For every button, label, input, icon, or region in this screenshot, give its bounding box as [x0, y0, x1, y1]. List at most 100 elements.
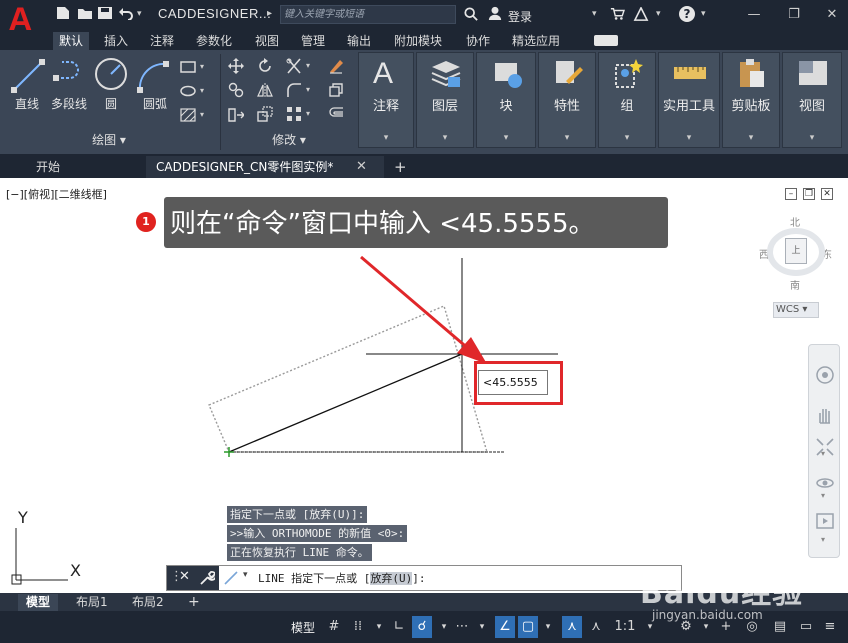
customize-menu-icon[interactable]: ≡	[820, 616, 840, 638]
snap-icon[interactable]: ⁞⁞	[348, 616, 368, 638]
ortho-icon[interactable]: ∟	[389, 616, 409, 638]
viewport-minimize-icon[interactable]: –	[785, 188, 797, 200]
snap-dropdown-icon[interactable]: ▾	[369, 616, 389, 638]
zoom-dropdown-icon[interactable]: ▾	[821, 449, 825, 458]
array-dropdown-icon[interactable]: ▾	[306, 109, 310, 118]
tab-output[interactable]: 输出	[341, 32, 377, 50]
tab-layout1[interactable]: 布局1	[68, 594, 116, 611]
view-button[interactable]: 视图 ▾	[782, 52, 842, 148]
help-dropdown-icon[interactable]: ▾	[701, 9, 706, 19]
tab-addins[interactable]: 附加模块	[388, 32, 448, 50]
array-tool-icon[interactable]	[286, 106, 302, 122]
minimize-button[interactable]: —	[740, 0, 768, 30]
new-file-icon[interactable]	[55, 6, 71, 20]
block-button[interactable]: 块 ▾	[476, 52, 536, 148]
erase-tool-icon[interactable]	[328, 58, 344, 74]
a360-dropdown-icon[interactable]: ▾	[656, 9, 661, 19]
title-arrow-icon[interactable]: ▸	[267, 8, 272, 19]
save-icon[interactable]	[97, 6, 113, 20]
pan-hand-icon[interactable]	[815, 405, 835, 425]
line-tool-label[interactable]: 直线	[6, 95, 48, 112]
offset-tool-icon[interactable]	[328, 106, 344, 122]
rotate-tool-icon[interactable]	[257, 58, 273, 74]
quick-access-dropdown-icon[interactable]: ▾	[137, 9, 142, 19]
grid-icon[interactable]: #	[324, 616, 344, 638]
annotation-visibility-icon[interactable]: ⋏	[562, 616, 582, 638]
clipboard-button[interactable]: 剪贴板 ▾	[722, 52, 780, 148]
undo-option-link[interactable]: 放弃(U)	[370, 572, 413, 585]
line-tool-icon[interactable]	[10, 58, 46, 94]
trim-tool-icon[interactable]	[286, 58, 304, 74]
tab-view[interactable]: 视图	[249, 32, 285, 50]
viewport-close-icon[interactable]: ✕	[821, 188, 833, 200]
tab-annotate[interactable]: 注释	[144, 32, 180, 50]
polyline-tool-label[interactable]: 多段线	[46, 95, 92, 112]
tab-insert[interactable]: 插入	[98, 32, 134, 50]
command-close-icon[interactable]: ✕	[179, 569, 190, 584]
circle-tool-label[interactable]: 圆	[96, 95, 126, 112]
search-box[interactable]	[280, 5, 456, 24]
trim-dropdown-icon[interactable]: ▾	[306, 61, 310, 70]
copy-tool-icon[interactable]	[228, 82, 244, 98]
polyline-tool-icon[interactable]	[52, 58, 88, 94]
utilities-button[interactable]: 实用工具 ▾	[658, 52, 720, 148]
explode-tool-icon[interactable]	[328, 82, 344, 98]
navbar-menu-icon[interactable]: ▾	[821, 535, 825, 544]
annotation-button[interactable]: A 注释 ▾	[358, 52, 414, 148]
move-tool-icon[interactable]	[228, 58, 244, 74]
undo-icon[interactable]	[118, 6, 134, 20]
tab-model[interactable]: 模型	[18, 594, 59, 611]
fillet-dropdown-icon[interactable]: ▾	[306, 85, 310, 94]
modify-panel-title[interactable]: 修改 ▾	[222, 131, 356, 148]
properties-button[interactable]: 特性 ▾	[538, 52, 596, 148]
isometric-dropdown-icon[interactable]: ▾	[472, 616, 492, 638]
ellipse-dropdown-icon[interactable]: ▾	[200, 86, 204, 95]
hatch-dropdown-icon[interactable]: ▾	[200, 110, 204, 119]
open-folder-icon[interactable]	[77, 6, 93, 20]
arc-tool-label[interactable]: 圆弧	[135, 95, 175, 112]
object-snap-tracking-icon[interactable]: ∠	[495, 616, 515, 638]
recent-commands-dropdown-icon[interactable]: ▾	[243, 570, 248, 580]
new-tab-button[interactable]: +	[384, 156, 417, 178]
arc-tool-icon[interactable]	[136, 58, 172, 94]
fillet-tool-icon[interactable]	[286, 82, 302, 98]
tab-collaborate[interactable]: 协作	[460, 32, 496, 50]
scale-tool-icon[interactable]	[257, 106, 273, 122]
orbit-dropdown-icon[interactable]: ▾	[821, 491, 825, 500]
login-dropdown-icon[interactable]: ▾	[592, 9, 597, 19]
isometric-icon[interactable]: ⋯	[452, 616, 472, 638]
polar-dropdown-icon[interactable]: ▾	[434, 616, 454, 638]
tab-layout2[interactable]: 布局2	[124, 594, 172, 611]
model-space-toggle[interactable]: 模型	[291, 619, 315, 636]
annotation-scale[interactable]: 1:1	[612, 616, 638, 638]
cart-icon[interactable]	[609, 7, 625, 21]
restore-button[interactable]: ❐	[780, 0, 808, 30]
tab-current-drawing[interactable]: CADDESIGNER_CN零件图实例*	[146, 156, 384, 178]
orbit-icon[interactable]	[815, 473, 835, 493]
steering-wheel-icon[interactable]	[815, 365, 835, 385]
stretch-tool-icon[interactable]	[228, 106, 244, 122]
user-icon[interactable]	[487, 6, 503, 20]
osnap-dropdown-icon[interactable]: ▾	[538, 616, 558, 638]
ellipse-tool-icon[interactable]	[180, 84, 196, 98]
search-input[interactable]	[281, 6, 455, 23]
polar-tracking-icon[interactable]: ☌	[412, 616, 432, 638]
auto-scale-icon[interactable]: ⋏	[586, 616, 606, 638]
rectangle-tool-icon[interactable]	[180, 60, 196, 74]
close-window-button[interactable]: ✕	[818, 0, 846, 30]
ribbon-minimize-icon[interactable]	[594, 35, 618, 46]
viewport-restore-icon[interactable]: ❐	[803, 188, 815, 200]
tab-featured-apps[interactable]: 精选应用	[506, 32, 566, 50]
view-cube-face[interactable]: 上	[785, 238, 807, 264]
show-motion-icon[interactable]	[815, 511, 835, 531]
circle-tool-icon[interactable]	[93, 56, 129, 92]
wcs-dropdown[interactable]: WCS ▾	[773, 302, 819, 318]
add-layout-button[interactable]: +	[180, 594, 208, 611]
clean-screen-icon[interactable]: ▭	[796, 616, 816, 638]
tab-default[interactable]: 默认	[53, 32, 90, 50]
tab-parametric[interactable]: 参数化	[190, 32, 238, 50]
object-snap-icon[interactable]: ▢	[518, 616, 538, 638]
tab-manage[interactable]: 管理	[295, 32, 331, 50]
rect-dropdown-icon[interactable]: ▾	[200, 62, 204, 71]
hardware-accel-icon[interactable]: ▤	[770, 616, 790, 638]
